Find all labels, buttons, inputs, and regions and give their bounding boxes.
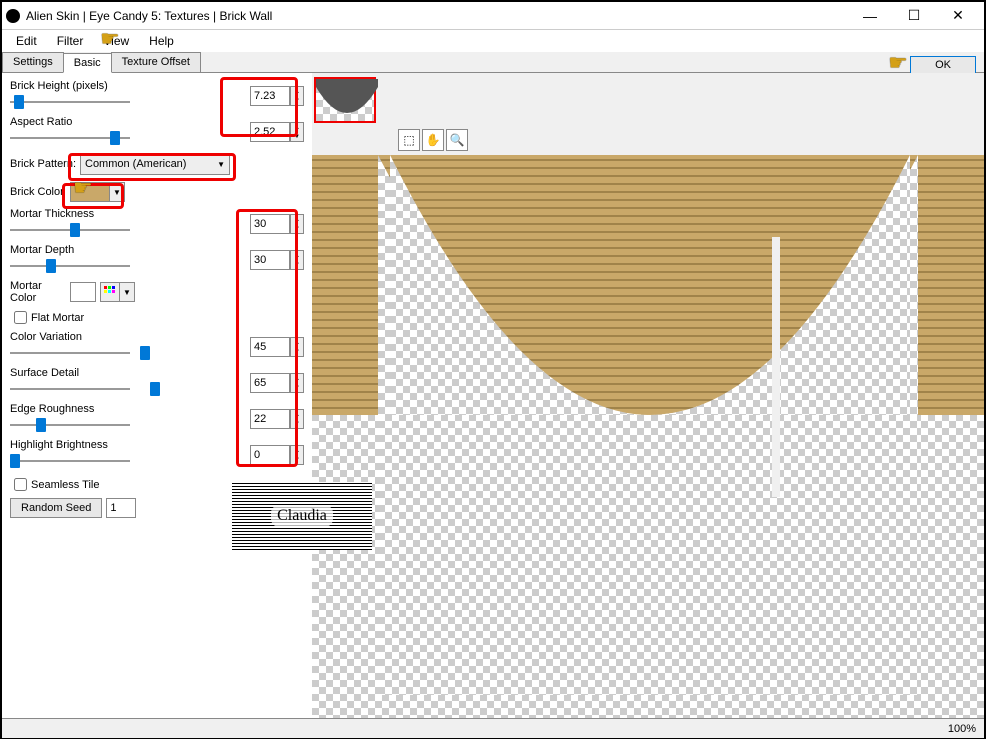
aspect-ratio-label: Aspect Ratio <box>10 116 125 128</box>
menu-filter[interactable]: Filter <box>47 32 94 50</box>
edge-roughness-spinner[interactable]: ▲▼ <box>290 409 304 429</box>
app-icon <box>6 9 20 23</box>
mortar-thickness-label: Mortar Thickness <box>10 208 125 220</box>
preview-canvas[interactable] <box>312 155 984 718</box>
watermark-text: Claudia <box>271 505 333 527</box>
menu-help[interactable]: Help <box>139 32 184 50</box>
zoom-icon[interactable]: 🔍 <box>446 129 468 151</box>
mortar-thickness-input[interactable] <box>250 214 290 234</box>
preview-gap <box>772 237 780 497</box>
surface-detail-spinner[interactable]: ▲▼ <box>290 373 304 393</box>
mortar-color-label: Mortar Color <box>10 280 70 304</box>
seamless-tile-label: Seamless Tile <box>31 479 99 491</box>
brick-pattern-combo[interactable]: Common (American) ▼ <box>80 153 230 175</box>
zoom-label: 100% <box>948 723 976 735</box>
tab-texture-offset[interactable]: Texture Offset <box>111 52 201 72</box>
mortar-thickness-spinner[interactable]: ▲▼ <box>290 214 304 234</box>
edge-roughness-slider[interactable] <box>10 415 130 435</box>
preview-thumbnail[interactable] <box>314 77 376 123</box>
status-bar: 100% <box>2 718 984 738</box>
mortar-depth-input[interactable] <box>250 250 290 270</box>
color-variation-label: Color Variation <box>10 331 125 343</box>
aspect-ratio-spinner[interactable]: ▲▼ <box>290 122 304 142</box>
titlebar: Alien Skin | Eye Candy 5: Textures | Bri… <box>2 2 984 30</box>
surface-detail-input[interactable] <box>250 373 290 393</box>
mortar-color-dropdown[interactable]: ▼ <box>119 282 135 302</box>
fit-icon[interactable]: ⬚ <box>398 129 420 151</box>
tab-basic[interactable]: Basic <box>63 53 112 73</box>
brick-height-input[interactable] <box>250 86 290 106</box>
window-title: Alien Skin | Eye Candy 5: Textures | Bri… <box>26 9 848 23</box>
tabs-header: Settings Basic Texture Offset <box>2 52 984 73</box>
color-variation-spinner[interactable]: ▲▼ <box>290 337 304 357</box>
preview-panel: ⬚ ✋ 🔍 <box>312 73 984 718</box>
brick-pattern-label: Brick Pattern: <box>10 158 80 170</box>
surface-detail-slider[interactable] <box>10 379 130 399</box>
highlight-brightness-input[interactable] <box>250 445 290 465</box>
pan-icon[interactable]: ✋ <box>422 129 444 151</box>
minimize-button[interactable]: — <box>848 3 892 29</box>
brick-pattern-value: Common (American) <box>85 158 186 170</box>
ok-button[interactable]: OK <box>910 56 976 74</box>
mortar-depth-label: Mortar Depth <box>10 244 125 256</box>
random-seed-input[interactable] <box>106 498 136 518</box>
random-seed-button[interactable]: Random Seed <box>10 498 102 518</box>
brick-height-label: Brick Height (pixels) <box>10 80 125 92</box>
color-variation-input[interactable] <box>250 337 290 357</box>
brick-color-dropdown[interactable]: ▼ <box>109 182 125 202</box>
brick-color-swatch[interactable] <box>70 182 110 202</box>
maximize-button[interactable]: ☐ <box>892 3 936 29</box>
surface-detail-label: Surface Detail <box>10 367 125 379</box>
highlight-brightness-label: Highlight Brightness <box>10 439 125 451</box>
close-button[interactable]: ✕ <box>936 3 980 29</box>
left-panel: Brick Height (pixels) ▲▼ Aspect Ratio ▲▼… <box>2 73 312 718</box>
color-variation-slider[interactable] <box>10 343 130 363</box>
aspect-ratio-input[interactable] <box>250 122 290 142</box>
brick-height-spinner[interactable]: ▲▼ <box>290 86 304 106</box>
hand-cursor-icon <box>73 175 97 195</box>
chevron-down-icon: ▼ <box>217 160 225 169</box>
mortar-depth-slider[interactable] <box>10 256 130 276</box>
edge-roughness-label: Edge Roughness <box>10 403 125 415</box>
edge-roughness-input[interactable] <box>250 409 290 429</box>
menu-edit[interactable]: Edit <box>6 32 47 50</box>
mortar-depth-spinner[interactable]: ▲▼ <box>290 250 304 270</box>
flat-mortar-label: Flat Mortar <box>31 312 84 324</box>
watermark: Claudia <box>232 482 372 550</box>
mortar-color-swatch[interactable] <box>70 282 96 302</box>
seamless-tile-checkbox[interactable] <box>14 478 27 491</box>
brick-color-label: Brick Color <box>10 186 70 198</box>
mortar-color-palette-icon[interactable] <box>100 282 120 302</box>
aspect-ratio-slider[interactable] <box>10 128 130 148</box>
highlight-brightness-spinner[interactable]: ▲▼ <box>290 445 304 465</box>
menu-view[interactable]: View <box>93 32 139 50</box>
highlight-brightness-slider[interactable] <box>10 451 130 471</box>
menubar: Edit Filter View Help <box>2 30 984 52</box>
brick-height-slider[interactable] <box>10 92 130 112</box>
mortar-thickness-slider[interactable] <box>10 220 130 240</box>
flat-mortar-checkbox[interactable] <box>14 311 27 324</box>
tab-settings[interactable]: Settings <box>2 52 64 72</box>
